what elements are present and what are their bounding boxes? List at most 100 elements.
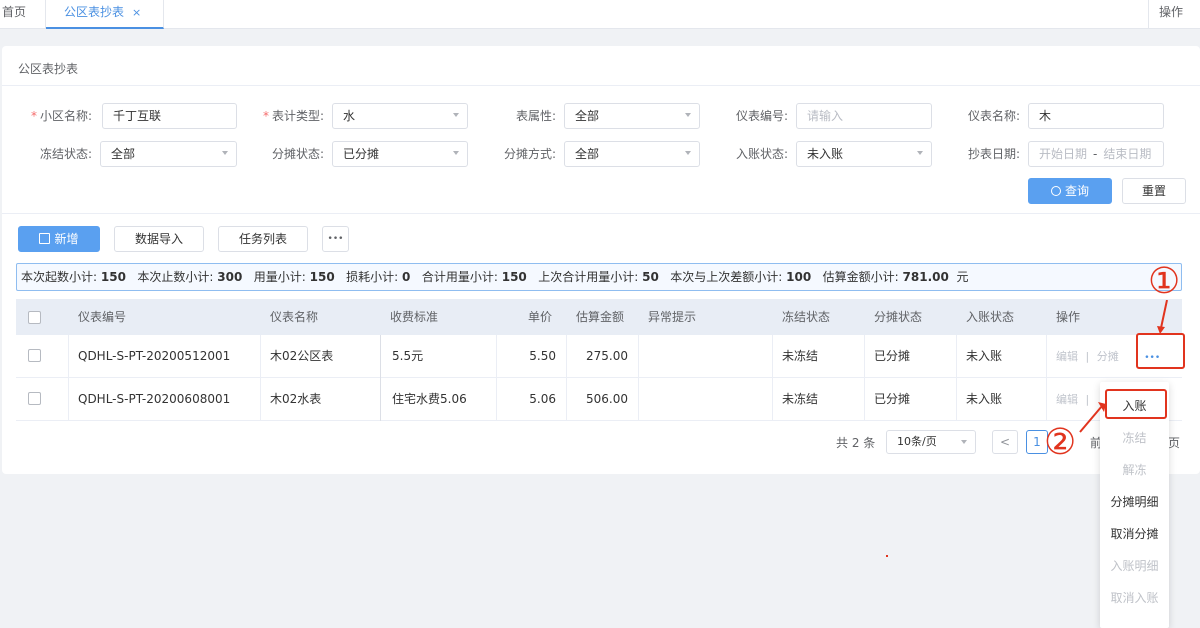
chevron-down-icon [453,151,459,155]
menu-item-post-detail: 入账明细 [1110,559,1159,573]
meter-no-input[interactable]: 请输入 [796,103,932,129]
header-meter-name: 仪表名称 [270,310,319,324]
chevron-down-icon [917,151,923,155]
menu-item-freeze: 冻结 [1122,431,1147,445]
cell-meter-no: QDHL-S-PT-20200512001 [78,349,231,363]
meter-type-select[interactable]: 水 [332,103,468,129]
summary-bar: 本次起数小计: 150 本次止数小计: 300 用量小计: 150 损耗小计: … [16,263,1182,291]
select-all-checkbox[interactable] [28,311,41,324]
tab-bar: 首页 公区表抄表 × 操作 [0,0,1200,29]
cell-freeze: 未冻结 [782,392,819,406]
chevron-down-icon [685,113,691,117]
annotation-number-2: ② [1044,422,1077,463]
query-button[interactable]: 查询 [1028,178,1112,204]
tab-operations-menu[interactable]: 操作 [1148,0,1200,29]
divider [2,85,1200,86]
search-icon [1050,186,1061,196]
table-row[interactable]: QDHL-S-PT-20200512001 木02公区表 5.5元 5.50 2… [16,335,1182,378]
freeze-select[interactable]: 全部 [100,141,237,167]
chevron-down-icon [453,113,459,117]
split-link[interactable]: 分摊 [1097,350,1119,363]
divider [2,213,1200,214]
cell-split: 已分摊 [874,349,911,363]
edit-link[interactable]: 编辑 [1056,393,1078,406]
edit-link[interactable]: 编辑 [1056,350,1078,363]
cell-meter-name: 木02公区表 [270,349,334,363]
read-date-label: 抄表日期: [967,147,1020,161]
account-status-select[interactable]: 未入账 [796,141,932,167]
freeze-label: 冻结状态: [39,147,92,161]
column-divider [772,335,773,378]
column-divider [1046,335,1047,378]
page-size-select[interactable]: 10条/页 [886,430,976,454]
header-meter-no: 仪表编号 [78,310,127,324]
column-divider [864,335,865,378]
menu-item-cancel-split[interactable]: 取消分摊 [1100,518,1169,550]
read-date-range[interactable]: 开始日期 - 结束日期 [1028,141,1164,167]
cell-split: 已分摊 [874,392,911,406]
tab-home[interactable]: 首页 [0,0,46,29]
total-count: 共 2 条 [836,436,876,450]
header-price: 单价 [528,310,553,324]
annotation-box-2 [1105,389,1167,419]
annotation-box-1 [1136,333,1185,369]
row-checkbox[interactable] [28,392,41,405]
reset-button[interactable]: 重置 [1122,178,1186,204]
community-field[interactable]: 千丁互联 [102,103,237,129]
more-button[interactable]: ••• [322,226,349,252]
add-icon [39,233,51,244]
task-list-button[interactable]: 任务列表 [218,226,308,252]
meter-name-input[interactable]: 木 [1028,103,1164,129]
column-divider [566,378,567,421]
chevron-down-icon [222,151,228,155]
column-divider [1046,378,1047,421]
meter-type-label: * 表计类型: [262,109,324,123]
import-button[interactable]: 数据导入 [114,226,204,252]
annotation-arrow-1 [1157,300,1168,334]
prev-page-button[interactable]: < [992,430,1018,454]
cell-amount: 275.00 [586,349,628,363]
column-divider [380,335,381,378]
split-method-label: 分摊方式: [503,147,556,161]
header-operations: 操作 [1056,310,1081,324]
close-icon[interactable]: × [132,6,141,19]
column-divider [380,378,381,421]
cell-price: 5.06 [529,392,556,406]
column-divider [68,335,69,378]
header-split: 分摊状态 [874,310,923,324]
attribute-label: 表属性: [515,109,556,123]
annotation-number-1: ① [1148,261,1181,302]
cell-standard: 住宅水费5.06 [392,392,467,406]
menu-item-split-detail[interactable]: 分摊明细 [1100,486,1169,518]
menu-item-unfreeze: 解冻 [1122,463,1147,477]
account-status-label: 入账状态: [735,147,788,161]
chevron-down-icon [685,151,691,155]
split-status-select[interactable]: 已分摊 [332,141,468,167]
op-separator: | [1085,350,1090,363]
cell-account: 未入账 [966,349,1003,363]
column-divider [260,378,261,421]
page-title: 公区表抄表 [18,62,79,76]
column-divider [956,335,957,378]
split-method-select[interactable]: 全部 [564,141,700,167]
column-divider [260,335,261,378]
column-divider [638,335,639,378]
column-divider [638,378,639,421]
meter-name-label: 仪表名称: [967,109,1020,123]
annotation-arrow-2 [1079,402,1106,433]
table-header: 仪表编号 仪表名称 收费标准 单价 估算金额 异常提示 冻结状态 分摊状态 入账… [16,299,1182,336]
add-button[interactable]: 新增 [18,226,100,252]
chevron-down-icon [961,440,967,444]
tab-meter-reading[interactable]: 公区表抄表 × [46,0,164,29]
header-standard: 收费标准 [390,310,439,324]
cell-amount: 506.00 [586,392,628,406]
header-account: 入账状态 [966,310,1015,324]
page-suffix: 页 [1168,436,1181,450]
attribute-select[interactable]: 全部 [564,103,700,129]
meter-no-label: 仪表编号: [735,109,788,123]
header-alert: 异常提示 [648,310,697,324]
column-divider [68,378,69,421]
community-label: * 小区名称: [30,109,92,123]
table-row[interactable]: QDHL-S-PT-20200608001 木02水表 住宅水费5.06 5.0… [16,378,1182,421]
row-checkbox[interactable] [28,349,41,362]
